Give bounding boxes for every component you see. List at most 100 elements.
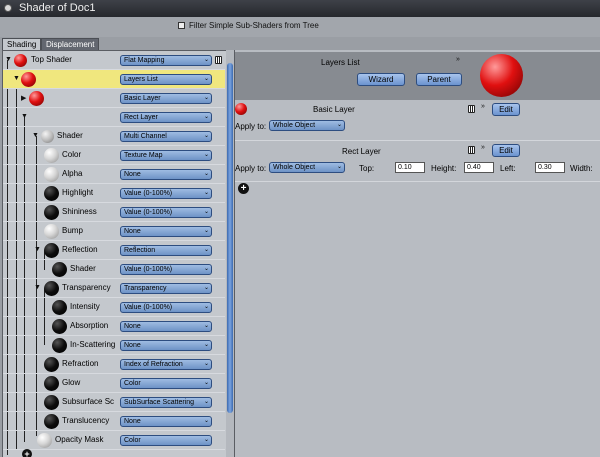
expand-triangle-icon[interactable]: ▼ — [34, 246, 41, 253]
tree-row-rect-layer[interactable]: ▼ Rect Layer ⌄ — [3, 108, 225, 127]
dropdown-value: Reflection — [124, 247, 156, 254]
filter-checkbox[interactable] — [178, 22, 185, 29]
shader-type-dropdown[interactable]: Reflection ⌄ — [120, 245, 212, 256]
shader-type-dropdown[interactable]: Value (0-100%) ⌄ — [120, 188, 212, 199]
shader-type-dropdown[interactable]: Color ⌄ — [120, 378, 212, 389]
parent-button[interactable]: Parent — [416, 73, 462, 86]
tree-row-highlight[interactable]: Highlight Value (0-100%) ⌄ — [3, 184, 225, 203]
tree-row-label: Shininess — [62, 207, 97, 216]
expand-triangle-icon[interactable]: ▶ — [21, 94, 26, 102]
add-layer-icon[interactable]: + — [238, 183, 249, 194]
dropdown-arrow-icon: ⌄ — [203, 247, 209, 253]
shader-type-dropdown[interactable]: Multi Channel ⌄ — [120, 131, 212, 142]
shader-type-dropdown[interactable]: Transparency ⌄ — [120, 283, 212, 294]
tree-row-alpha[interactable]: Alpha None ⌄ — [3, 165, 225, 184]
shader-ball-icon — [44, 243, 59, 258]
shader-type-dropdown[interactable]: None ⌄ — [120, 169, 212, 180]
top-label: Top: — [359, 164, 375, 173]
tab-displacement[interactable]: Displacement — [41, 38, 100, 50]
edit-button[interactable]: Edit — [492, 103, 520, 116]
layers-list-title: Layers List — [321, 58, 360, 67]
basic-layer-section: Basic Layer » Edit Apply to: Whole Objec… — [235, 100, 600, 141]
tree-row-opacity-mask[interactable]: Opacity Mask Color ⌄ — [3, 431, 225, 450]
dropdown-value: None — [124, 171, 141, 178]
tree-row-translucency[interactable]: Translucency None ⌄ — [3, 412, 225, 431]
edit-button[interactable]: Edit — [492, 144, 520, 157]
apply-to-dropdown[interactable]: Whole Object ⌄ — [269, 162, 345, 173]
dropdown-arrow-icon: ⌄ — [203, 342, 209, 348]
shader-ball-icon — [44, 205, 59, 220]
shader-type-dropdown[interactable]: SubSurface Scattering ⌄ — [120, 397, 212, 408]
shader-type-dropdown[interactable]: Value (0-100%) ⌄ — [120, 302, 212, 313]
tree-row-top-shader[interactable]: ▼ Top Shader Flat Mapping ⌄ — [3, 51, 225, 70]
tree-row-absorption[interactable]: Absorption None ⌄ — [3, 317, 225, 336]
tree-row-layers-list[interactable]: ▼ Layers List ⌄ — [3, 70, 225, 89]
expand-triangle-icon[interactable]: ▼ — [21, 113, 28, 120]
tab-shading[interactable]: Shading — [2, 38, 42, 50]
trash-icon[interactable] — [468, 105, 475, 113]
chevron-down-icon[interactable]: » — [456, 56, 460, 63]
dropdown-value: Value (0-100%) — [124, 209, 173, 216]
chevron-down-icon[interactable]: » — [481, 144, 485, 151]
dropdown-value: Rect Layer — [124, 114, 158, 121]
tree-row-in-scattering[interactable]: In-Scattering None ⌄ — [3, 336, 225, 355]
shader-type-dropdown[interactable]: None ⌄ — [120, 340, 212, 351]
tree-row-subsurface[interactable]: Subsurface Sc SubSurface Scattering ⌄ — [3, 393, 225, 412]
tree-row-glow[interactable]: Glow Color ⌄ — [3, 374, 225, 393]
shader-type-dropdown[interactable]: Layers List ⌄ — [120, 74, 212, 85]
expand-triangle-icon[interactable]: ▼ — [34, 284, 41, 291]
dropdown-value: None — [124, 323, 141, 330]
shader-type-dropdown[interactable]: Rect Layer ⌄ — [120, 112, 212, 123]
tree-row-reflection-shader[interactable]: Shader Value (0-100%) ⌄ — [3, 260, 225, 279]
tree-row-bump[interactable]: Bump None ⌄ — [3, 222, 225, 241]
dropdown-arrow-icon: ⌄ — [203, 76, 209, 82]
shader-ball-icon — [29, 91, 44, 106]
shader-type-dropdown[interactable]: Value (0-100%) ⌄ — [120, 207, 212, 218]
shader-type-dropdown[interactable]: Basic Layer ⌄ — [120, 93, 212, 104]
tree-row-label: Alpha — [62, 169, 83, 178]
filter-option[interactable]: Filter Simple Sub-Shaders from Tree — [178, 21, 319, 30]
shader-type-dropdown[interactable]: Flat Mapping ⌄ — [120, 55, 212, 66]
trash-icon[interactable] — [468, 146, 475, 154]
title-bar: Shader of Doc1 — [0, 0, 600, 17]
tree-row-intensity[interactable]: Intensity Value (0-100%) ⌄ — [3, 298, 225, 317]
shader-type-dropdown[interactable]: Value (0-100%) ⌄ — [120, 264, 212, 275]
close-icon[interactable] — [4, 4, 12, 12]
wizard-button[interactable]: Wizard — [357, 73, 405, 86]
tree-row-label: Subsurface Sc — [62, 397, 115, 406]
add-icon[interactable]: + — [22, 449, 32, 457]
tree-row-color[interactable]: Color Texture Map ⌄ — [3, 146, 225, 165]
dropdown-arrow-icon: ⌄ — [203, 209, 209, 215]
shader-type-dropdown[interactable]: None ⌄ — [120, 416, 212, 427]
tree-row-transparency[interactable]: ▼ Transparency Transparency ⌄ — [3, 279, 225, 298]
tree-row-shininess[interactable]: Shininess Value (0-100%) ⌄ — [3, 203, 225, 222]
height-field[interactable]: 0.40 — [464, 162, 494, 173]
tree-row-basic-layer[interactable]: ▶ Basic Layer ⌄ — [3, 89, 225, 108]
shader-type-dropdown[interactable]: Index of Refraction ⌄ — [120, 359, 212, 370]
expand-triangle-icon[interactable]: ▼ — [32, 132, 39, 139]
shader-type-dropdown[interactable]: None ⌄ — [120, 321, 212, 332]
tree-scrollbar-thumb[interactable] — [227, 63, 233, 413]
dropdown-value: Value (0-100%) — [124, 304, 173, 311]
shader-type-dropdown[interactable]: Texture Map ⌄ — [120, 150, 212, 161]
chevron-down-icon[interactable]: » — [481, 103, 485, 110]
expand-triangle-icon[interactable]: ▼ — [13, 75, 20, 82]
dropdown-arrow-icon: ⌄ — [203, 266, 209, 272]
shader-ball-icon — [52, 319, 67, 334]
tree-row-label: In-Scattering — [70, 340, 116, 349]
shader-ball-icon — [52, 300, 67, 315]
dropdown-value: Whole Object — [273, 164, 316, 171]
trash-icon[interactable] — [215, 56, 222, 64]
shader-ball-icon — [52, 338, 67, 353]
shader-type-dropdown[interactable]: None ⌄ — [120, 226, 212, 237]
dropdown-arrow-icon: ⌄ — [203, 133, 209, 139]
apply-to-dropdown[interactable]: Whole Object ⌄ — [269, 120, 345, 131]
tree-row-label: Bump — [62, 226, 83, 235]
left-field[interactable]: 0.30 — [535, 162, 565, 173]
tree-row-reflection[interactable]: ▼ Reflection Reflection ⌄ — [3, 241, 225, 260]
shader-type-dropdown[interactable]: Color ⌄ — [120, 435, 212, 446]
tree-row-shader[interactable]: ▼ Shader Multi Channel ⌄ — [3, 127, 225, 146]
expand-triangle-icon[interactable]: ▼ — [5, 56, 12, 63]
tree-row-refraction[interactable]: Refraction Index of Refraction ⌄ — [3, 355, 225, 374]
top-field[interactable]: 0.10 — [395, 162, 425, 173]
